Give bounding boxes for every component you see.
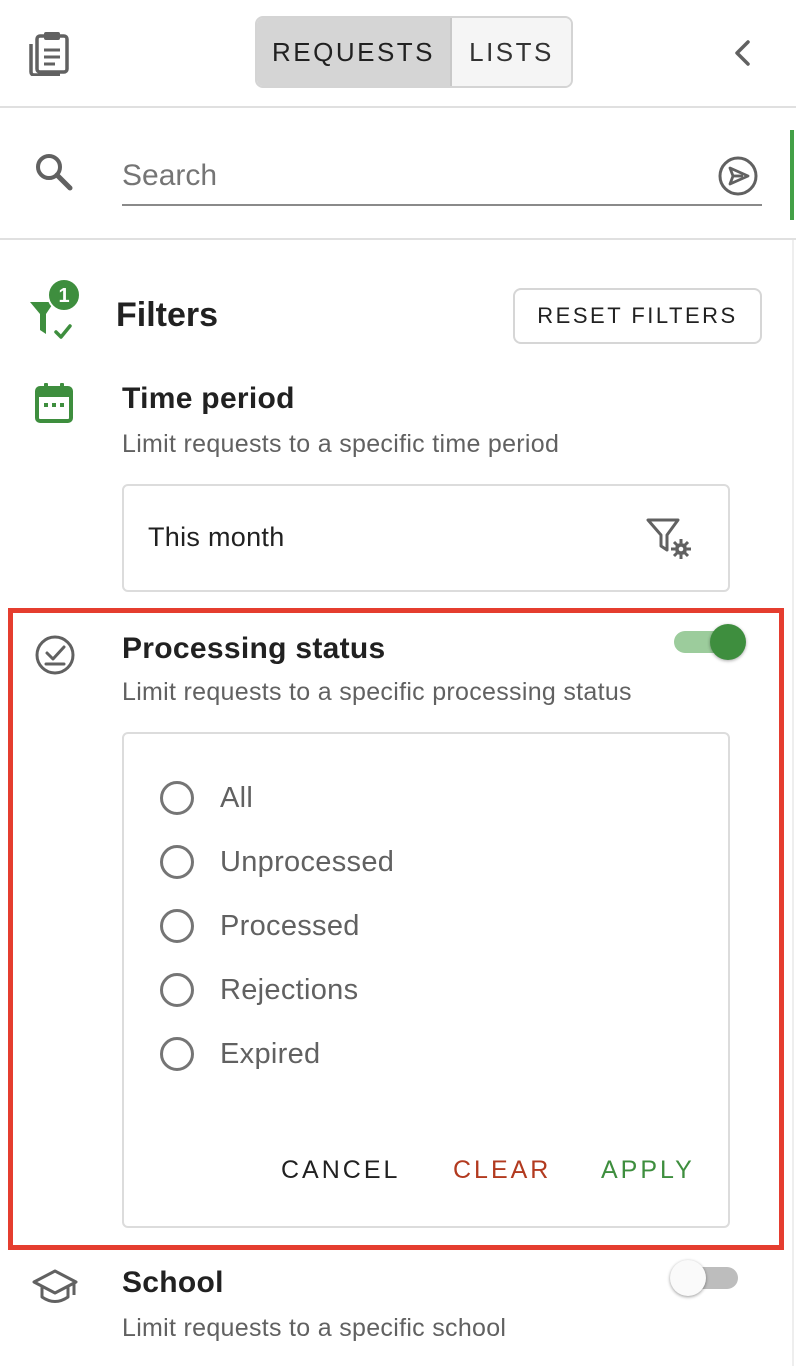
radio-label: Rejections bbox=[220, 973, 359, 1006]
radio-button[interactable] bbox=[160, 973, 194, 1007]
radio-option-expired[interactable]: Expired bbox=[160, 1032, 320, 1076]
check-circle-icon bbox=[35, 635, 75, 675]
filters-title: Filters bbox=[116, 296, 219, 334]
filter-check-icon: 1 bbox=[30, 278, 81, 339]
filter-settings-icon[interactable] bbox=[644, 516, 694, 562]
radio-label: All bbox=[220, 781, 254, 814]
panel-divider bbox=[792, 240, 794, 1366]
scroll-indicator bbox=[790, 130, 794, 220]
processing-status-description: Limit requests to a specific processing … bbox=[122, 678, 632, 706]
view-switcher: REQUESTS LISTS bbox=[255, 16, 573, 88]
calendar-icon bbox=[35, 383, 73, 423]
reset-filters-button[interactable]: RESET FILTERS bbox=[513, 288, 762, 344]
tab-lists[interactable]: LISTS bbox=[452, 18, 571, 86]
school-icon bbox=[32, 1269, 78, 1303]
processing-status-title: Processing status bbox=[122, 632, 386, 665]
radio-label: Expired bbox=[220, 1037, 321, 1070]
cancel-button[interactable]: CANCEL bbox=[281, 1156, 400, 1185]
radio-button[interactable] bbox=[160, 1037, 194, 1071]
time-period-value: This month bbox=[148, 522, 285, 552]
radio-button[interactable] bbox=[160, 909, 194, 943]
radio-label: Unprocessed bbox=[220, 845, 395, 878]
clipboard-icon[interactable] bbox=[28, 30, 72, 76]
radio-button[interactable] bbox=[160, 845, 194, 879]
search-input[interactable] bbox=[122, 148, 762, 206]
apply-button[interactable]: APPLY bbox=[601, 1156, 695, 1185]
chevron-left-icon[interactable] bbox=[728, 36, 756, 70]
filter-count-badge: 1 bbox=[58, 285, 69, 307]
processing-status-toggle-knob[interactable] bbox=[710, 624, 746, 660]
radio-label: Processed bbox=[220, 909, 360, 942]
radio-option-processed[interactable]: Processed bbox=[160, 904, 360, 948]
clear-button[interactable]: CLEAR bbox=[453, 1156, 551, 1185]
radio-button[interactable] bbox=[160, 781, 194, 815]
send-icon[interactable] bbox=[716, 154, 760, 198]
radio-option-all[interactable]: All bbox=[160, 776, 253, 820]
time-period-description: Limit requests to a specific time period bbox=[122, 430, 560, 458]
time-period-title: Time period bbox=[122, 382, 295, 415]
school-toggle-knob[interactable] bbox=[670, 1260, 706, 1296]
radio-option-rejections[interactable]: Rejections bbox=[160, 968, 358, 1012]
tab-requests[interactable]: REQUESTS bbox=[257, 18, 452, 86]
search-icon bbox=[36, 154, 73, 191]
radio-option-unprocessed[interactable]: Unprocessed bbox=[160, 840, 394, 884]
school-title: School bbox=[122, 1266, 224, 1299]
school-description: Limit requests to a specific school bbox=[122, 1314, 507, 1342]
